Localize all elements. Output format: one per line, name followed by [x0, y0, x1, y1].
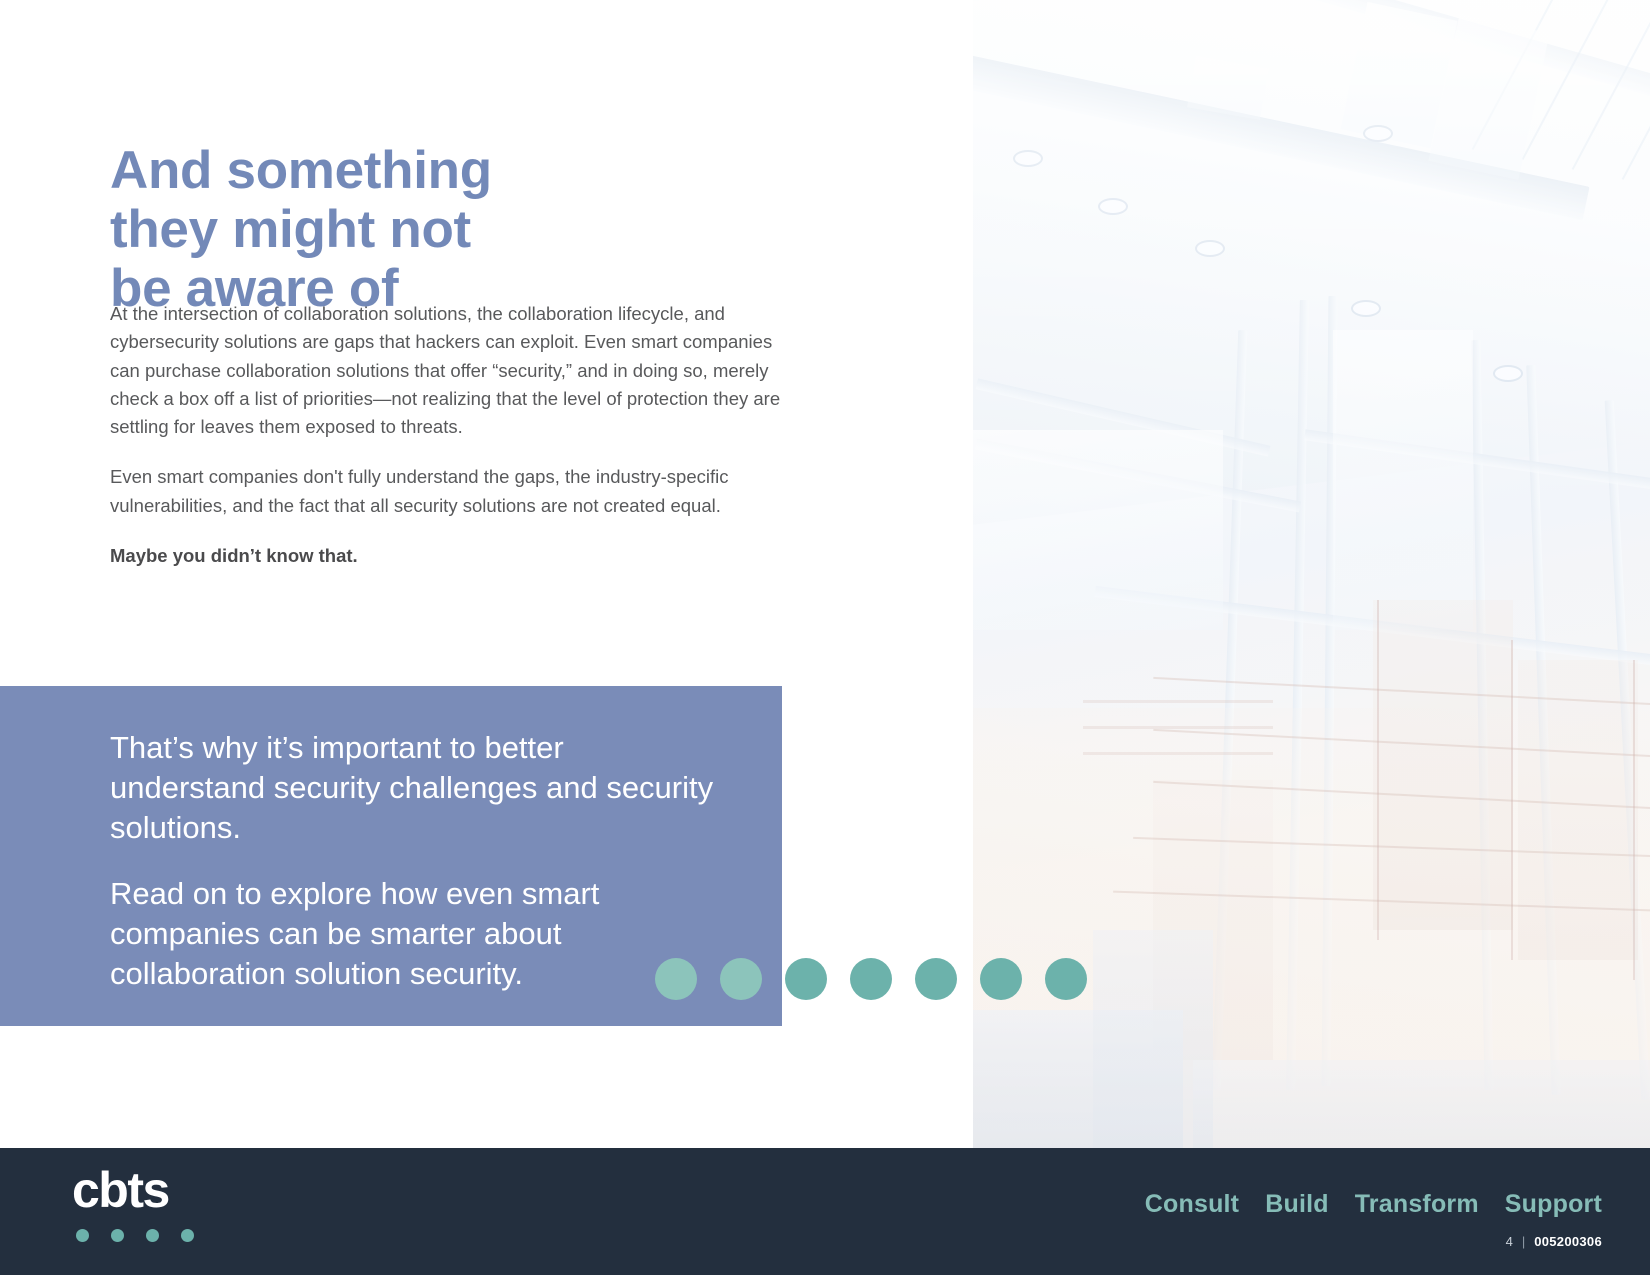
document-code: 005200306	[1534, 1234, 1602, 1249]
ceiling-downlight	[1493, 365, 1523, 382]
page-footer: cbts Consult Build Transform Support 4 |…	[0, 1148, 1650, 1275]
city-vline	[1633, 660, 1635, 980]
window-blind-band	[1083, 752, 1273, 755]
ceiling-downlight	[1351, 300, 1381, 317]
logo-dot	[146, 1229, 159, 1242]
cbts-logo[interactable]: cbts	[72, 1165, 194, 1242]
ceiling-downlight	[1013, 150, 1043, 167]
teal-dot	[655, 958, 697, 1000]
logo-dot	[111, 1229, 124, 1242]
cbts-logo-text: cbts	[72, 1162, 170, 1218]
window-blind-band	[1083, 700, 1273, 703]
footer-nav-item-transform[interactable]: Transform	[1355, 1190, 1479, 1219]
teal-dot	[1045, 958, 1087, 1000]
ceiling-downlight	[1098, 198, 1128, 215]
city-tower	[1518, 660, 1638, 960]
body-copy: At the intersection of collaboration sol…	[110, 300, 800, 570]
teal-dot-row	[655, 958, 1087, 1000]
footer-nav-item-support[interactable]: Support	[1505, 1190, 1602, 1219]
callout-paragraph-1: That’s why it’s important to better unde…	[110, 730, 714, 845]
page-title: And something they might not be aware of	[110, 141, 730, 319]
footer-nav-item-consult[interactable]: Consult	[1145, 1190, 1239, 1219]
city-tower	[1373, 600, 1513, 930]
meta-separator: |	[1521, 1234, 1526, 1249]
callout-paragraph-2: Read on to explore how even smart compan…	[110, 875, 600, 991]
page-title-line-2: they might not	[110, 199, 471, 259]
logo-dot	[181, 1229, 194, 1242]
teal-dot	[980, 958, 1022, 1000]
ceiling-downlight	[1363, 125, 1393, 142]
ceiling-downlight	[1195, 240, 1225, 257]
city-vline	[1511, 640, 1513, 960]
teal-dot	[915, 958, 957, 1000]
teal-dot	[850, 958, 892, 1000]
city-vline	[1377, 600, 1379, 940]
page-number: 4	[1505, 1234, 1513, 1249]
window-glass	[973, 430, 1223, 630]
body-paragraph-1: At the intersection of collaboration sol…	[110, 303, 781, 438]
desk-block	[1193, 1060, 1650, 1148]
teal-dot	[720, 958, 762, 1000]
teal-dot	[785, 958, 827, 1000]
cbts-logo-dots	[76, 1229, 194, 1242]
body-paragraph-2: Even smart companies don't fully underst…	[110, 466, 729, 516]
window-glass	[1333, 330, 1473, 630]
window-blind-band	[1083, 726, 1273, 729]
logo-dot	[76, 1229, 89, 1242]
body-emphasis-line: Maybe you didn’t know that.	[110, 545, 358, 567]
page: And something they might not be aware of…	[0, 0, 1650, 1275]
footer-meta: 4 | 005200306	[1506, 1234, 1602, 1249]
page-title-line-1: And something	[110, 140, 492, 200]
footer-nav: Consult Build Transform Support	[1145, 1190, 1602, 1219]
footer-nav-item-build[interactable]: Build	[1265, 1190, 1329, 1219]
